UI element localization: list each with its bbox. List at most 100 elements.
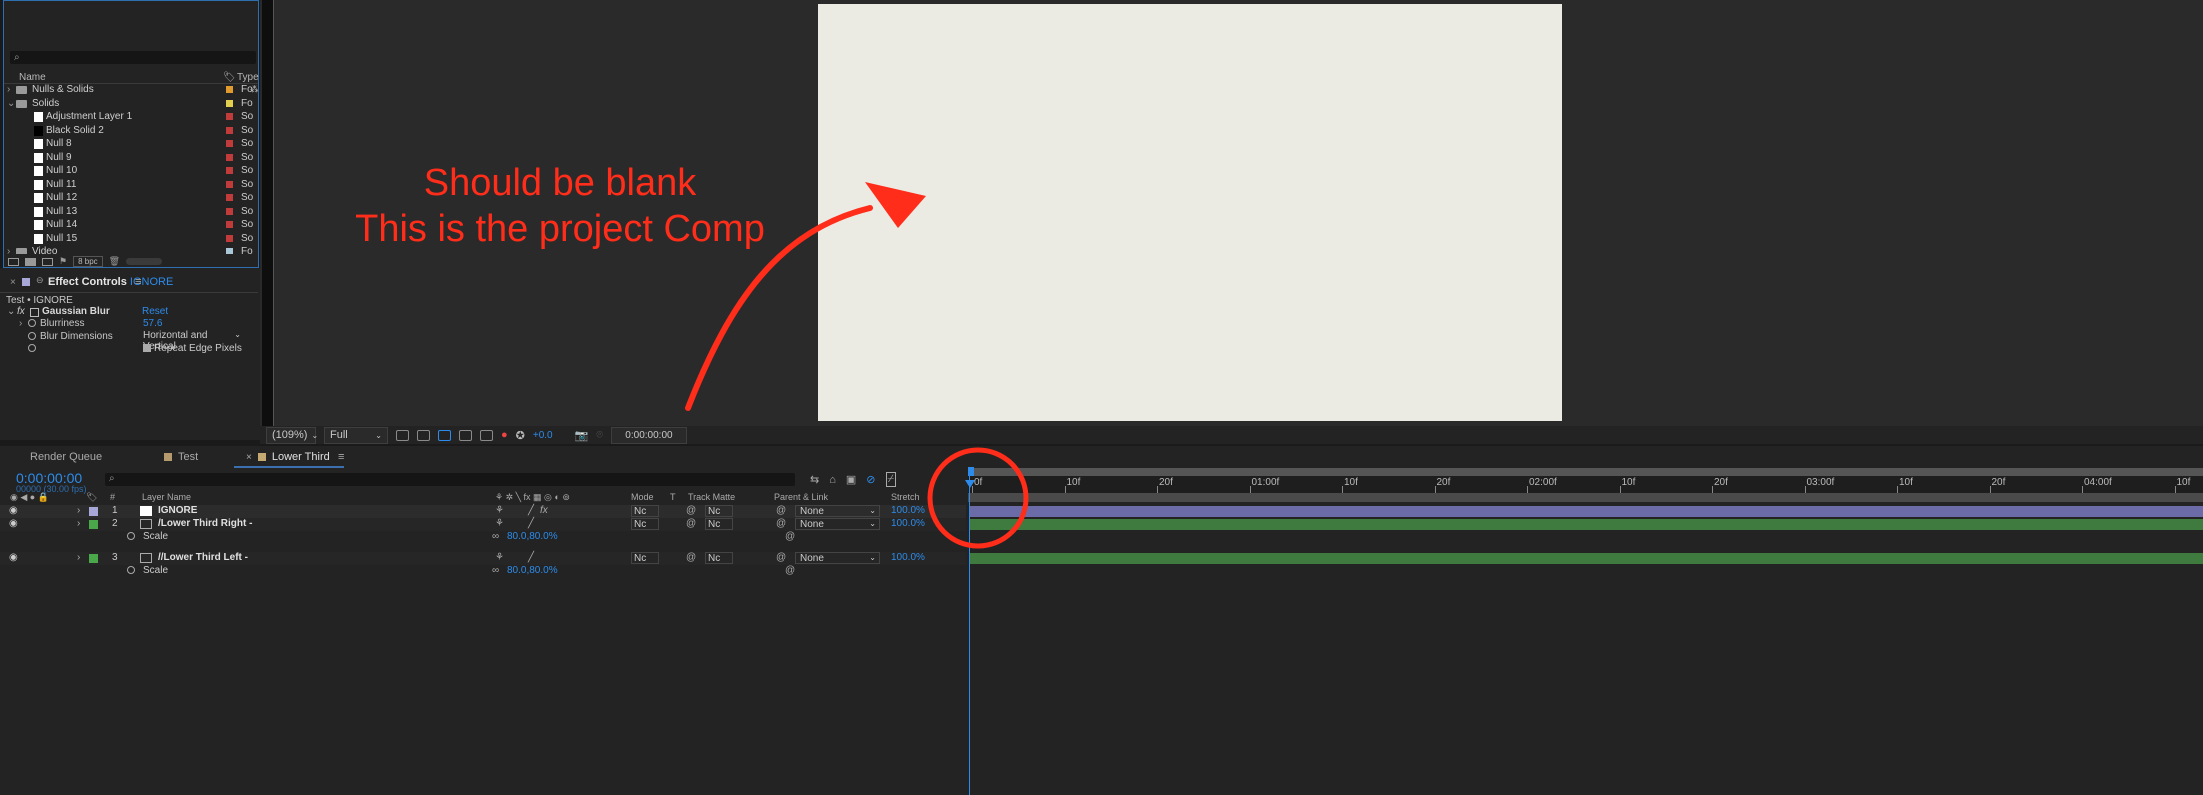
magnification-dropdown[interactable]: (109%) ⌄	[266, 426, 318, 444]
time-navigator[interactable]	[968, 468, 2203, 476]
label-color-swatch[interactable]	[226, 234, 233, 242]
blur-dimensions-dropdown[interactable]: Horizontal and Vertical ⌄	[143, 330, 241, 352]
quality-switch-icon[interactable]: ╱	[528, 505, 534, 516]
effect-property-row[interactable]: Repeat Edge Pixels	[0, 343, 258, 355]
frame-blending-icon[interactable]: ⊘	[866, 473, 875, 486]
label-color-swatch[interactable]	[226, 113, 233, 120]
stopwatch-icon[interactable]	[127, 566, 135, 574]
project-item[interactable]: Null 14 So	[4, 219, 258, 232]
stopwatch-icon[interactable]	[28, 319, 36, 327]
label-color-swatch[interactable]	[226, 126, 233, 134]
interpret-footage-icon[interactable]	[8, 257, 19, 266]
fx-icon[interactable]: fx	[17, 306, 25, 317]
layer-search-input[interactable]: ⌕	[105, 473, 795, 486]
new-folder-icon[interactable]	[25, 257, 36, 266]
spiral-icon[interactable]: @	[785, 565, 795, 576]
tab-menu-icon[interactable]: ≡	[338, 451, 344, 463]
layer-name[interactable]: IGNORE	[158, 505, 197, 516]
mode-dropdown[interactable]: Nc	[631, 505, 659, 517]
layer-row[interactable]: ◉ › 1 IGNORE ⚘ ╱ fx Nc @ Nc @ None ⌄ 100.0%	[0, 505, 966, 518]
project-item[interactable]: Adjustment Layer 1 So	[4, 111, 258, 124]
close-icon[interactable]: ×	[10, 277, 16, 288]
spiral-icon[interactable]: @	[686, 552, 696, 563]
tab-test[interactable]: Test	[150, 448, 232, 466]
project-search-input[interactable]: ⌕	[10, 51, 256, 64]
channel-icon[interactable]: ●	[501, 429, 508, 441]
project-item[interactable]: ⌄ Solids Fo	[4, 98, 258, 111]
layer-duration-bar[interactable]	[970, 553, 2203, 564]
layer-label-color[interactable]	[89, 520, 98, 529]
project-item[interactable]: Black Solid 2 So	[4, 125, 258, 138]
spiral-icon[interactable]: @	[686, 505, 696, 516]
layer-name[interactable]: /Lower Third Right -	[158, 518, 252, 529]
layer-label-color[interactable]	[89, 554, 98, 563]
snapshot-icon[interactable]: 📷	[575, 429, 589, 442]
fast-previews-icon[interactable]	[396, 429, 409, 441]
project-item[interactable]: › Video Fo	[4, 246, 258, 254]
quality-switch-icon[interactable]: ╱	[528, 552, 534, 563]
effect-property-row[interactable]: › Blurriness 57.6	[0, 318, 258, 330]
label-color-swatch[interactable]	[226, 248, 233, 254]
stopwatch-icon[interactable]	[127, 532, 135, 540]
twirl-open-icon[interactable]: ⌄	[7, 306, 15, 317]
label-color-swatch[interactable]	[226, 140, 233, 147]
exposure-value[interactable]: +0.0	[533, 430, 553, 441]
effect-property-row[interactable]: Blur Dimensions Horizontal and Vertical ⌄	[0, 330, 258, 352]
layer-name[interactable]: //Lower Third Left -	[158, 552, 248, 563]
panel-menu-icon[interactable]: ≡	[135, 276, 141, 288]
exposure-reset-icon[interactable]: ✪	[516, 429, 525, 442]
fx-switch-icon[interactable]: fx	[540, 505, 548, 516]
visibility-eye-icon[interactable]: ◉	[9, 505, 18, 516]
project-item[interactable]: Null 13 So	[4, 206, 258, 219]
shy-switch-icon[interactable]: ⚘	[495, 518, 504, 529]
scale-value[interactable]: 80.0,80.0%	[507, 531, 558, 542]
project-item[interactable]: Null 15 So	[4, 233, 258, 246]
label-color-swatch[interactable]	[226, 99, 233, 107]
twirl-icon[interactable]: ›	[7, 246, 10, 254]
stopwatch-icon[interactable]	[28, 331, 36, 340]
comp-mini-flowchart-icon[interactable]: ⇆	[810, 473, 819, 486]
blurriness-value[interactable]: 57.6	[143, 318, 162, 329]
layer-duration-bar[interactable]	[970, 506, 2203, 517]
column-type[interactable]: Type	[237, 72, 259, 83]
layer-duration-bar[interactable]	[970, 519, 2203, 530]
label-color-swatch[interactable]	[226, 167, 233, 174]
render-icon[interactable]: ⚑	[59, 256, 67, 267]
project-item[interactable]: Null 8 So	[4, 138, 258, 151]
parent-dropdown[interactable]: None ⌄	[795, 505, 880, 517]
shy-layers-icon[interactable]: ▣	[846, 473, 856, 486]
project-item[interactable]: Null 9 So	[4, 152, 258, 165]
project-item[interactable]: Null 12 So	[4, 192, 258, 205]
mask-visibility-icon[interactable]	[438, 429, 451, 441]
label-color-swatch[interactable]	[226, 180, 233, 188]
scale-value[interactable]: 80.0,80.0%	[507, 565, 558, 576]
twirl-icon[interactable]: ›	[77, 552, 80, 563]
work-area-bar[interactable]	[968, 493, 2203, 502]
spiral-icon[interactable]: @	[785, 531, 795, 542]
twirl-icon[interactable]: ›	[77, 505, 80, 516]
mode-dropdown[interactable]: Nc	[631, 552, 659, 564]
layer-row[interactable]: ◉ › 2/Lower Third Right - ⚘ ╱ Nc @ Nc @ None ⌄ 100.…	[0, 518, 966, 531]
constrain-link-icon[interactable]: ∞	[492, 531, 499, 542]
twirl-icon[interactable]: ›	[7, 84, 10, 95]
quality-switch-icon[interactable]: ╱	[528, 518, 534, 529]
label-color-swatch[interactable]	[226, 194, 233, 201]
track-matte-dropdown[interactable]: Nc	[705, 552, 733, 564]
visibility-eye-icon[interactable]: ◉	[9, 552, 18, 563]
lock-icon[interactable]: ⊖	[36, 275, 44, 286]
show-snapshot-icon[interactable]: ⌾	[596, 429, 603, 442]
layer-label-color[interactable]	[89, 507, 98, 516]
region-of-interest-icon[interactable]	[459, 429, 472, 441]
parent-dropdown[interactable]: None ⌄	[795, 552, 880, 564]
track-matte-dropdown[interactable]: Nc	[705, 518, 733, 530]
property-row-scale[interactable]: Scale ∞ 80.0,80.0% @	[0, 531, 966, 543]
effect-reset-button[interactable]: Reset	[142, 306, 168, 317]
stopwatch-icon[interactable]	[28, 344, 36, 352]
column-name[interactable]: Name	[19, 72, 46, 83]
shy-switch-icon[interactable]: ⚘	[495, 552, 504, 563]
column-layer-name[interactable]: Layer Name	[142, 492, 191, 502]
mode-dropdown[interactable]: Nc	[631, 518, 659, 530]
pickwhip-icon[interactable]: @	[776, 552, 786, 563]
trash-icon[interactable]: 🗑	[109, 256, 120, 267]
layer-row[interactable]: ◉ › 3//Lower Third Left - ⚘ ╱ Nc @ Nc @ None ⌄ 100.…	[0, 552, 966, 565]
